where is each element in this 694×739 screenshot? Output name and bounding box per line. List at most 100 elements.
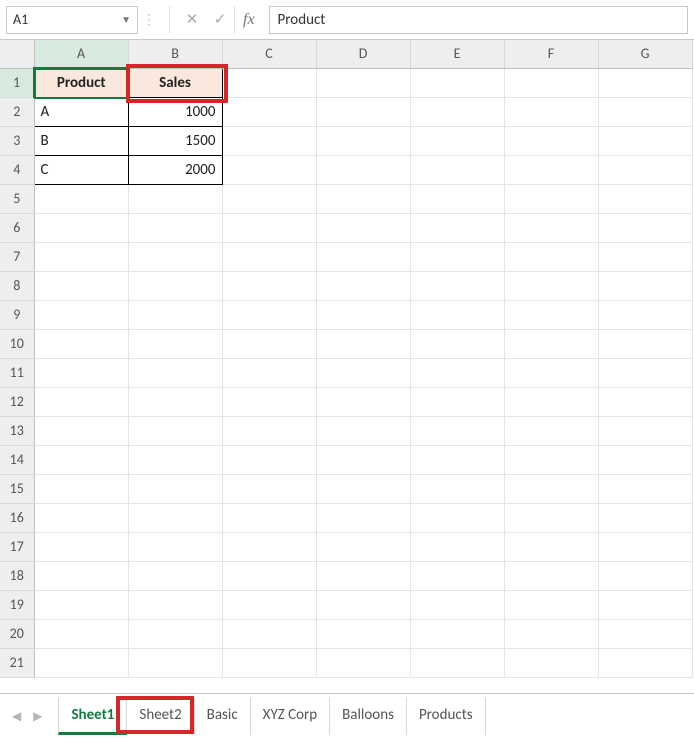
- tab-nav-next-icon[interactable]: ▶: [27, 709, 48, 724]
- cell-D9[interactable]: [316, 300, 410, 329]
- cell-E16[interactable]: [410, 503, 504, 532]
- cell-B16[interactable]: [128, 503, 222, 532]
- cell-F21[interactable]: [504, 648, 598, 677]
- cell-C10[interactable]: [222, 329, 316, 358]
- cell-F10[interactable]: [504, 329, 598, 358]
- cell-E17[interactable]: [410, 532, 504, 561]
- cell-A17[interactable]: [34, 532, 128, 561]
- cell-F14[interactable]: [504, 445, 598, 474]
- cell-G12[interactable]: [598, 387, 692, 416]
- row-header-6[interactable]: 6: [0, 213, 34, 242]
- cell-A11[interactable]: [34, 358, 128, 387]
- cell-E10[interactable]: [410, 329, 504, 358]
- cell-C3[interactable]: [222, 126, 316, 155]
- row-header-2[interactable]: 2: [0, 97, 34, 126]
- cell-A18[interactable]: [34, 561, 128, 590]
- cell-B21[interactable]: [128, 648, 222, 677]
- cell-F17[interactable]: [504, 532, 598, 561]
- cell-D19[interactable]: [316, 590, 410, 619]
- row-header-1[interactable]: 1: [0, 68, 34, 97]
- cell-D2[interactable]: [316, 97, 410, 126]
- cell-A8[interactable]: [34, 271, 128, 300]
- col-header-E[interactable]: E: [410, 40, 504, 68]
- cell-C14[interactable]: [222, 445, 316, 474]
- sheet-tab-balloons[interactable]: Balloons: [330, 698, 407, 735]
- cell-G1[interactable]: [598, 68, 692, 97]
- cell-D6[interactable]: [316, 213, 410, 242]
- cell-G8[interactable]: [598, 271, 692, 300]
- cell-G3[interactable]: [598, 126, 692, 155]
- row-header-12[interactable]: 12: [0, 387, 34, 416]
- cell-G2[interactable]: [598, 97, 692, 126]
- row-header-16[interactable]: 16: [0, 503, 34, 532]
- cell-C8[interactable]: [222, 271, 316, 300]
- row-header-8[interactable]: 8: [0, 271, 34, 300]
- cell-G11[interactable]: [598, 358, 692, 387]
- cell-D11[interactable]: [316, 358, 410, 387]
- cell-A13[interactable]: [34, 416, 128, 445]
- cell-B12[interactable]: [128, 387, 222, 416]
- cell-F16[interactable]: [504, 503, 598, 532]
- cell-F12[interactable]: [504, 387, 598, 416]
- col-header-F[interactable]: F: [504, 40, 598, 68]
- cell-B19[interactable]: [128, 590, 222, 619]
- cell-C1[interactable]: [222, 68, 316, 97]
- tab-nav-prev-icon[interactable]: ◀: [6, 709, 27, 724]
- cell-G6[interactable]: [598, 213, 692, 242]
- cell-D10[interactable]: [316, 329, 410, 358]
- cell-E20[interactable]: [410, 619, 504, 648]
- row-header-7[interactable]: 7: [0, 242, 34, 271]
- cell-B7[interactable]: [128, 242, 222, 271]
- cell-C4[interactable]: [222, 155, 316, 184]
- cell-G15[interactable]: [598, 474, 692, 503]
- cell-E6[interactable]: [410, 213, 504, 242]
- cell-D7[interactable]: [316, 242, 410, 271]
- cell-A5[interactable]: [34, 184, 128, 213]
- cell-B5[interactable]: [128, 184, 222, 213]
- cell-A3[interactable]: B: [34, 126, 128, 155]
- name-box-dropdown-icon[interactable]: ▼: [121, 13, 131, 26]
- cell-B8[interactable]: [128, 271, 222, 300]
- cell-D8[interactable]: [316, 271, 410, 300]
- cell-G19[interactable]: [598, 590, 692, 619]
- cell-C13[interactable]: [222, 416, 316, 445]
- cell-F6[interactable]: [504, 213, 598, 242]
- cell-F9[interactable]: [504, 300, 598, 329]
- cell-G10[interactable]: [598, 329, 692, 358]
- cell-E14[interactable]: [410, 445, 504, 474]
- cell-A16[interactable]: [34, 503, 128, 532]
- row-header-4[interactable]: 4: [0, 155, 34, 184]
- cell-B15[interactable]: [128, 474, 222, 503]
- cell-E19[interactable]: [410, 590, 504, 619]
- cell-C6[interactable]: [222, 213, 316, 242]
- row-header-21[interactable]: 21: [0, 648, 34, 677]
- cell-C21[interactable]: [222, 648, 316, 677]
- cell-E1[interactable]: [410, 68, 504, 97]
- cell-F5[interactable]: [504, 184, 598, 213]
- cell-E15[interactable]: [410, 474, 504, 503]
- cell-E11[interactable]: [410, 358, 504, 387]
- fx-icon[interactable]: fx: [234, 6, 259, 34]
- cell-G7[interactable]: [598, 242, 692, 271]
- cell-F18[interactable]: [504, 561, 598, 590]
- cell-D14[interactable]: [316, 445, 410, 474]
- cell-C7[interactable]: [222, 242, 316, 271]
- cell-A7[interactable]: [34, 242, 128, 271]
- cell-A10[interactable]: [34, 329, 128, 358]
- cell-C20[interactable]: [222, 619, 316, 648]
- row-header-9[interactable]: 9: [0, 300, 34, 329]
- cell-B3[interactable]: 1500: [128, 126, 222, 155]
- cell-D4[interactable]: [316, 155, 410, 184]
- sheet-tab-sheet1[interactable]: Sheet1: [58, 698, 127, 735]
- cell-G21[interactable]: [598, 648, 692, 677]
- cell-C2[interactable]: [222, 97, 316, 126]
- cell-C9[interactable]: [222, 300, 316, 329]
- row-header-20[interactable]: 20: [0, 619, 34, 648]
- cell-A21[interactable]: [34, 648, 128, 677]
- cell-A9[interactable]: [34, 300, 128, 329]
- row-header-18[interactable]: 18: [0, 561, 34, 590]
- cell-E12[interactable]: [410, 387, 504, 416]
- cell-C16[interactable]: [222, 503, 316, 532]
- cell-C15[interactable]: [222, 474, 316, 503]
- cell-F15[interactable]: [504, 474, 598, 503]
